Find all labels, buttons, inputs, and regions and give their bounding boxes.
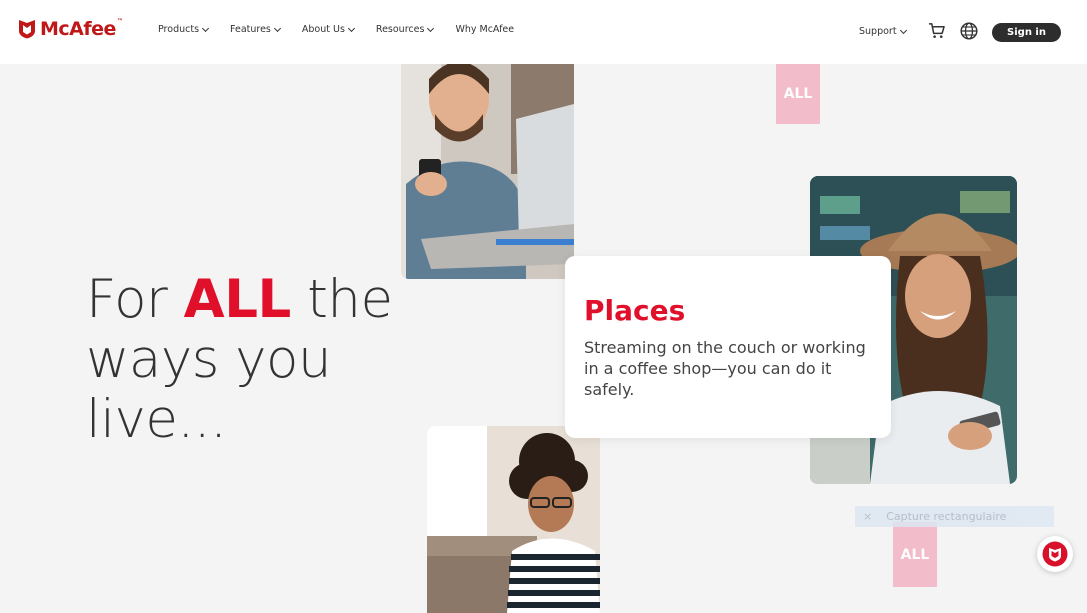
nav-products[interactable]: Products — [158, 24, 210, 35]
hero-heading-line-1: For ALL the — [86, 269, 393, 330]
nav-features[interactable]: Features — [230, 24, 281, 35]
main-nav: Products Features About Us Resources Why… — [158, 24, 536, 35]
chevron-down-icon — [427, 24, 435, 32]
close-icon: × — [863, 510, 873, 523]
places-card: Places Streaming on the couch or working… — [565, 256, 891, 438]
card-body: Streaming on the couch or working in a c… — [584, 338, 866, 399]
sign-in-button[interactable]: Sign in — [992, 23, 1061, 42]
mcafee-shield-icon — [19, 20, 35, 39]
hero-accent-word: ALL — [183, 269, 292, 330]
support-menu[interactable]: Support — [859, 26, 907, 37]
hero-heading-line-2: ways you — [86, 329, 332, 390]
hero-heading-line-3: live... — [86, 389, 227, 450]
brand-name: McAfee™ — [40, 18, 123, 40]
card-title: Places — [584, 294, 686, 327]
chat-button[interactable] — [1037, 536, 1073, 572]
photo-man-laptop — [401, 64, 574, 279]
overlay-tag-bottom: ALL — [893, 522, 937, 587]
chevron-down-icon — [201, 24, 210, 32]
site-header: McAfee™ Products Features About Us Resou… — [0, 0, 1087, 64]
photo-woman-striped — [427, 426, 600, 613]
mcafee-chat-icon — [1042, 541, 1068, 567]
mcafee-logo[interactable]: McAfee™ — [18, 18, 123, 40]
globe-icon[interactable] — [960, 22, 978, 40]
chevron-down-icon — [347, 24, 355, 32]
capture-tooltip: × Capture rectangulaire — [855, 506, 1054, 527]
overlay-tag-top: ALL — [776, 64, 820, 124]
chevron-down-icon — [899, 26, 907, 34]
cart-icon[interactable] — [928, 22, 945, 39]
chevron-down-icon — [273, 24, 281, 32]
nav-why-mcafee[interactable]: Why McAfee — [455, 24, 514, 35]
capture-label: Capture rectangulaire — [886, 510, 1007, 523]
nav-about-us[interactable]: About Us — [302, 24, 355, 35]
nav-resources[interactable]: Resources — [376, 24, 435, 35]
